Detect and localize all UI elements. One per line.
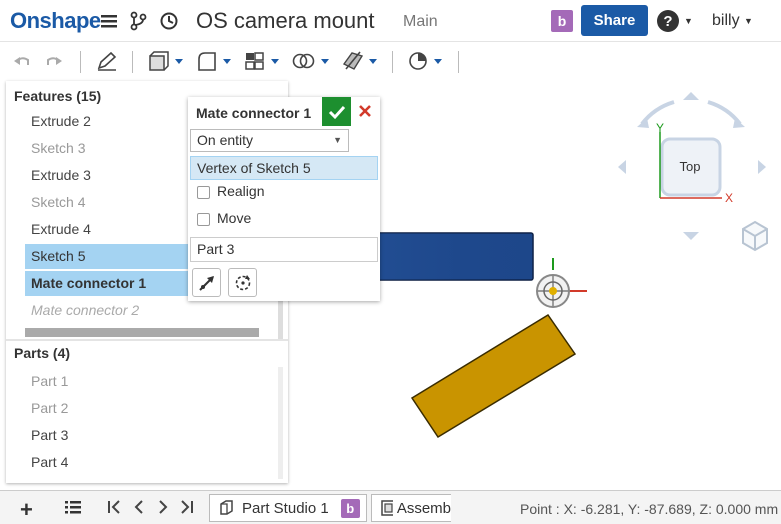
- document-title[interactable]: OS camera mount: [196, 8, 375, 34]
- feature-item-sketch-5[interactable]: Sketch 5: [25, 244, 189, 269]
- owner-part-field[interactable]: Part 3: [190, 237, 378, 262]
- feature-item-sketch-4[interactable]: Sketch 4: [25, 190, 189, 215]
- origin-type-select[interactable]: On entity ▼: [190, 129, 349, 152]
- feature-item-extrude-3[interactable]: Extrude 3: [25, 163, 189, 188]
- move-checkbox[interactable]: [197, 213, 210, 226]
- bottom-bar: + Part Studio 1 b Assemb Point : X: -6.2…: [0, 490, 781, 524]
- undo-icon[interactable]: [13, 49, 31, 73]
- features-section-title[interactable]: Features (15): [14, 88, 101, 104]
- move-label: Move: [217, 210, 252, 226]
- workspace-name[interactable]: Main: [403, 13, 438, 31]
- first-tab-icon[interactable]: [107, 499, 123, 520]
- checkmark-icon: [328, 105, 345, 119]
- part-gold-body[interactable]: [410, 313, 577, 439]
- menu-icon[interactable]: [99, 10, 119, 32]
- point-coordinates-status: Point : X: -6.281, Y: -87.689, Z: 0.000 …: [520, 501, 779, 517]
- part-item-4[interactable]: Part 4: [25, 450, 189, 475]
- previous-tab-icon[interactable]: [133, 499, 145, 520]
- top-bar: Onshape OS camera mount Main b Share ? ▼…: [0, 0, 781, 42]
- version-graph-icon[interactable]: [128, 10, 148, 32]
- part-item-2[interactable]: Part 2: [25, 396, 189, 421]
- user-menu[interactable]: billy: [712, 12, 740, 30]
- help-icon[interactable]: ?: [657, 10, 679, 32]
- tab-part-studio-label: Part Studio 1: [242, 499, 329, 517]
- branch-badge[interactable]: b: [551, 10, 573, 32]
- toolbar-divider: [80, 51, 81, 73]
- close-icon: [359, 105, 371, 117]
- help-chevron-down-icon[interactable]: ▼: [684, 16, 693, 26]
- flip-axis-icon: [198, 275, 214, 291]
- realign-checkbox[interactable]: [197, 186, 210, 199]
- view-cube-face-label[interactable]: Top: [680, 159, 701, 174]
- chevron-down-icon: ▼: [333, 135, 342, 145]
- tab-part-studio-1[interactable]: Part Studio 1 b: [209, 494, 367, 522]
- fillet-icon[interactable]: [196, 49, 232, 73]
- onshape-logo[interactable]: Onshape: [10, 8, 101, 34]
- feature-list-horizontal-scrollbar[interactable]: [25, 328, 259, 337]
- tab-assembly[interactable]: Assemb: [371, 494, 451, 522]
- feature-item-extrude-2[interactable]: Extrude 2: [25, 109, 189, 134]
- add-tab-plus-icon[interactable]: +: [20, 497, 33, 523]
- toolbar-divider: [458, 51, 459, 73]
- view-cube[interactable]: Top Y X: [618, 92, 766, 240]
- mate-connector-dialog: Mate connector 1 On entity ▼ Vertex of S…: [188, 97, 380, 301]
- share-button[interactable]: Share: [581, 5, 648, 36]
- toolbar-divider: [132, 51, 133, 73]
- parts-list-vertical-scrollbar[interactable]: [278, 367, 283, 479]
- parts-section-title[interactable]: Parts (4): [14, 345, 70, 361]
- next-tab-icon[interactable]: [157, 499, 169, 520]
- part-item-1[interactable]: Part 1: [25, 369, 189, 394]
- accept-button[interactable]: [322, 97, 351, 126]
- boolean-icon[interactable]: [292, 49, 330, 73]
- feature-item-extrude-4[interactable]: Extrude 4: [25, 217, 189, 242]
- view-cube-menu-icon[interactable]: [742, 220, 768, 252]
- origin-entity-field[interactable]: Vertex of Sketch 5: [190, 156, 378, 180]
- history-clock-icon[interactable]: [159, 10, 179, 32]
- realign-label: Realign: [217, 183, 265, 199]
- extrude-icon[interactable]: [148, 49, 184, 73]
- feature-item-sketch-3[interactable]: Sketch 3: [25, 136, 189, 161]
- dialog-title: Mate connector 1: [196, 105, 312, 121]
- last-tab-icon[interactable]: [179, 499, 195, 520]
- tab-assembly-label: Assemb: [396, 499, 451, 517]
- cancel-button[interactable]: [355, 101, 375, 121]
- flip-primary-axis-button[interactable]: [192, 268, 221, 297]
- split-part-icon[interactable]: [342, 49, 378, 73]
- axis-y-label: Y: [656, 121, 664, 135]
- part-studio-icon: [220, 500, 233, 515]
- feature-item-mate-connector-1[interactable]: Mate connector 1: [25, 271, 189, 296]
- mate-connector-triad[interactable]: [536, 258, 587, 308]
- user-chevron-down-icon[interactable]: ▼: [744, 16, 753, 26]
- axis-x-label: X: [725, 191, 733, 205]
- reorient-secondary-axis-button[interactable]: [228, 268, 257, 297]
- feature-item-mate-connector-2[interactable]: Mate connector 2: [25, 298, 189, 323]
- sketch-pencil-icon[interactable]: [96, 49, 118, 73]
- feature-toolbar: [0, 43, 781, 79]
- tab-branch-badge: b: [340, 498, 360, 518]
- redo-icon[interactable]: [45, 49, 63, 73]
- measure-chart-icon[interactable]: [407, 49, 443, 73]
- toolbar-divider: [392, 51, 393, 73]
- origin-type-value: On entity: [197, 132, 254, 148]
- tab-list-icon[interactable]: [64, 499, 82, 520]
- rotate-axis-icon: [235, 274, 250, 290]
- pattern-icon[interactable]: [244, 49, 280, 73]
- panel-divider[interactable]: [6, 339, 288, 341]
- part-item-3[interactable]: Part 3: [25, 423, 189, 448]
- assembly-icon: [381, 500, 393, 516]
